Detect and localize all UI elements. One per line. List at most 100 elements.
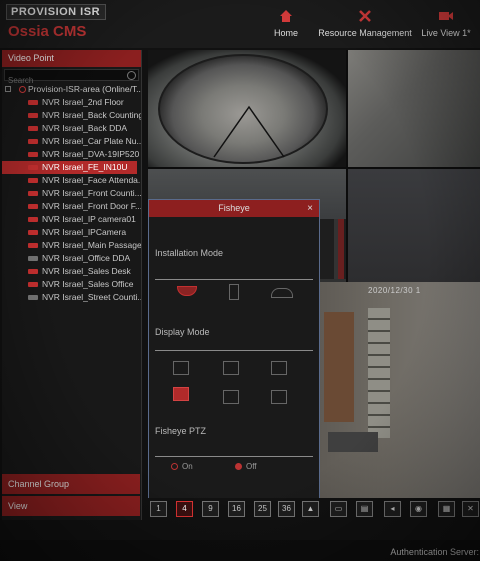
ptz-on-label: On bbox=[182, 462, 193, 471]
status-bar: Authentication Server: Addr bbox=[0, 540, 480, 561]
layout-4-button[interactable]: 4 bbox=[176, 501, 193, 517]
provision-logo: PROVISION ISR bbox=[6, 4, 106, 20]
tree-item-nvr[interactable]: NVR Israel_Sales Office bbox=[2, 278, 141, 291]
tree-item-nvr[interactable]: NVR Israel_Back DDA bbox=[2, 122, 141, 135]
ptz-off-label: Off bbox=[246, 462, 257, 471]
nvr-icon bbox=[28, 126, 38, 131]
desktop-mount-icon[interactable] bbox=[271, 288, 293, 298]
divider bbox=[155, 279, 313, 280]
close-icon[interactable]: × bbox=[307, 200, 313, 217]
record-icon[interactable]: ▤ bbox=[356, 501, 373, 517]
video-tile-1[interactable] bbox=[148, 50, 346, 167]
audio-icon[interactable]: ◂ bbox=[384, 501, 401, 517]
tree-item-label: NVR Israel_Sales Office bbox=[42, 279, 134, 289]
dialog-title: Fisheye bbox=[218, 203, 250, 213]
tree-item-nvr[interactable]: NVR Israel_IP camera01 bbox=[2, 213, 141, 226]
tree-item-label: NVR Israel_Back DDA bbox=[42, 123, 128, 133]
device-tree: Provision-ISR-area (Online/T... NVR Isra… bbox=[2, 83, 141, 304]
nav-home[interactable]: Home bbox=[268, 8, 304, 46]
tree-item-nvr[interactable]: NVR Israel_Front Counti... bbox=[2, 187, 141, 200]
tree-item-nvr[interactable]: NVR Israel_Front Door F... bbox=[2, 200, 141, 213]
video-point-header[interactable]: Video Point bbox=[2, 50, 141, 67]
bottom-toolbar: 1 4 9 16 25 36 ▲ ▭ ▤ ◂ ◉ ▦ ✕ bbox=[148, 498, 480, 522]
display-mode-quad-icon[interactable] bbox=[223, 361, 239, 375]
stream-icon[interactable]: ▦ bbox=[438, 501, 455, 517]
tree-item-nvr[interactable]: NVR Israel_Main Passage bbox=[2, 239, 141, 252]
snapshot-icon[interactable]: ◉ bbox=[410, 501, 427, 517]
nav-resource-label: Resource Management bbox=[318, 28, 412, 38]
status-text: Authentication Server: Addr bbox=[390, 547, 480, 557]
tree-item-nvr[interactable]: NVR Israel_IPCamera bbox=[2, 226, 141, 239]
sequence-icon[interactable]: ▲ bbox=[302, 501, 319, 517]
tree-item-nvr[interactable]: NVR Israel_Car Plate Nu... bbox=[2, 135, 141, 148]
tree-item-nvr[interactable]: NVR Israel_DVA-19IP520 bbox=[2, 148, 141, 161]
search-icon[interactable] bbox=[127, 71, 136, 80]
display-mode-panorama-icon[interactable] bbox=[271, 361, 287, 375]
shelf-image bbox=[368, 308, 390, 438]
channel-group-tab[interactable]: Channel Group bbox=[2, 474, 140, 494]
tree-root[interactable]: Provision-ISR-area (Online/T... bbox=[2, 83, 141, 96]
display-mode-split-icon[interactable] bbox=[173, 387, 189, 401]
display-mode-fisheye-icon[interactable] bbox=[173, 361, 189, 375]
nvr-icon bbox=[28, 100, 38, 105]
nvr-icon bbox=[28, 178, 38, 183]
tree-item-nvr[interactable]: NVR Israel_2nd Floor bbox=[2, 96, 141, 109]
video-camera-icon bbox=[439, 12, 453, 20]
tree-item-label: NVR Israel_2nd Floor bbox=[42, 97, 124, 107]
nav-resource-management[interactable]: Resource Management bbox=[318, 8, 412, 46]
tree-item-label: NVR Israel_IP camera01 bbox=[42, 214, 136, 224]
tree-item-label: NVR Israel_FE_IN10U bbox=[42, 162, 128, 172]
nvr-icon bbox=[28, 217, 38, 222]
tree-item-nvr[interactable]: NVR Israel_Face Attenda... bbox=[2, 174, 141, 187]
tree-item-label: NVR Israel_Back Counting bbox=[42, 110, 141, 120]
nvr-icon bbox=[28, 165, 38, 170]
layout-16-button[interactable]: 16 bbox=[228, 501, 245, 517]
video-tile-6[interactable]: 2020/12/30 1 bbox=[320, 282, 480, 500]
tree-item-label: NVR Israel_Front Door F... bbox=[42, 201, 141, 211]
layout-9-button[interactable]: 9 bbox=[202, 501, 219, 517]
nvr-icon bbox=[28, 204, 38, 209]
video-tile-2[interactable] bbox=[348, 50, 480, 167]
nvr-icon bbox=[28, 256, 38, 261]
display-mode-dual-icon[interactable] bbox=[223, 390, 239, 404]
ceiling-mount-icon[interactable] bbox=[177, 286, 197, 296]
tree-item-label: NVR Israel_Car Plate Nu... bbox=[42, 136, 141, 146]
divider bbox=[155, 456, 313, 457]
nvr-icon bbox=[28, 191, 38, 196]
nvr-icon bbox=[28, 295, 38, 300]
tree-item-nvr[interactable]: NVR Israel_FE_IN10U bbox=[2, 161, 137, 174]
ptz-on-radio[interactable]: On bbox=[171, 462, 193, 471]
tree-item-label: NVR Israel_DVA-19IP520 bbox=[42, 149, 140, 159]
tree-item-nvr[interactable]: NVR Israel_Sales Desk bbox=[2, 265, 141, 278]
layout-36-button[interactable]: 36 bbox=[278, 501, 295, 517]
layout-25-button[interactable]: 25 bbox=[254, 501, 271, 517]
wall-mount-icon[interactable] bbox=[229, 284, 239, 300]
tree-item-nvr[interactable]: NVR Israel_Street Counti... bbox=[2, 291, 141, 304]
view-tab[interactable]: View bbox=[2, 496, 140, 516]
tree-root-label: Provision-ISR-area (Online/T... bbox=[28, 84, 141, 94]
left-panel: Video Point Provision-ISR-area (Online/T… bbox=[2, 50, 142, 520]
collapse-icon[interactable] bbox=[5, 86, 11, 92]
layout-1-button[interactable]: 1 bbox=[150, 501, 167, 517]
display-mode-grid-icon[interactable] bbox=[271, 390, 287, 404]
tree-item-nvr[interactable]: NVR Israel_Back Counting bbox=[2, 109, 141, 122]
fullscreen-icon[interactable]: ▭ bbox=[330, 501, 347, 517]
fisheye-ptz-label: Fisheye PTZ bbox=[155, 426, 207, 436]
nvr-icon bbox=[28, 269, 38, 274]
ptz-off-radio[interactable]: Off bbox=[235, 462, 257, 471]
close-all-icon[interactable]: ✕ bbox=[462, 501, 479, 517]
dialog-title-bar: Fisheye × bbox=[149, 200, 319, 217]
radio-icon bbox=[235, 463, 242, 470]
fisheye-ptz-overlay bbox=[213, 105, 285, 158]
tree-item-nvr[interactable]: NVR Israel_Office DDA bbox=[2, 252, 141, 265]
tree-item-label: NVR Israel_IPCamera bbox=[42, 227, 127, 237]
installation-mode-label: Installation Mode bbox=[155, 248, 224, 258]
tree-item-label: NVR Israel_Front Counti... bbox=[42, 188, 141, 198]
nav-live-view[interactable]: Live View 1* bbox=[418, 8, 474, 46]
fisheye-dialog: Fisheye × Installation Mode Display Mode… bbox=[148, 199, 320, 499]
logo-text: PROVISION ISR bbox=[11, 6, 101, 18]
tree-item-label: NVR Israel_Office DDA bbox=[42, 253, 131, 263]
tools-icon bbox=[359, 10, 371, 22]
radio-icon bbox=[171, 463, 178, 470]
video-tile-4[interactable] bbox=[348, 169, 480, 297]
